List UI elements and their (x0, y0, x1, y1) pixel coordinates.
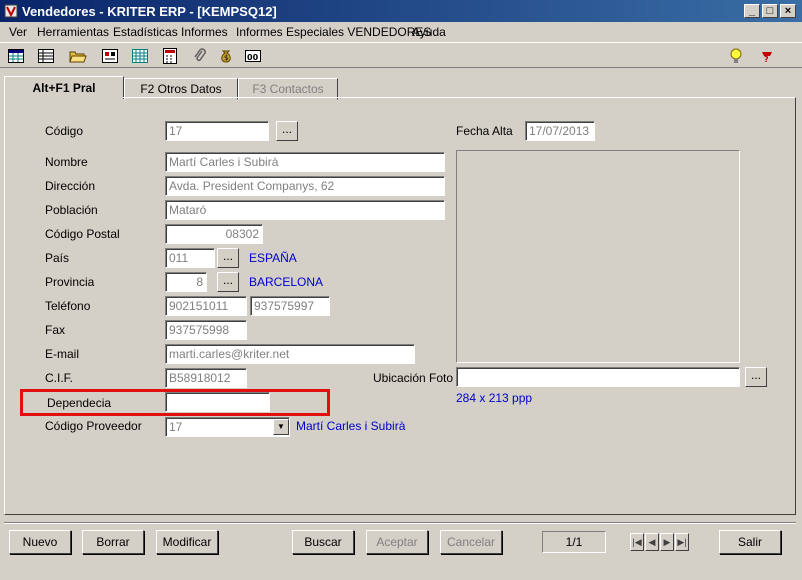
cancelar-button[interactable]: Cancelar (440, 530, 502, 554)
codigo-proveedor-value: 17 (169, 420, 183, 434)
buscar-button[interactable]: Buscar (292, 530, 354, 554)
report-icon[interactable] (100, 46, 120, 66)
codigo-postal-label: Código Postal (45, 227, 120, 241)
bottom-divider (4, 522, 796, 524)
ubicacion-foto-label: Ubicación Foto (373, 371, 454, 385)
help-icon[interactable]: ? (757, 46, 777, 66)
codigo-proveedor-label: Código Proveedor (45, 419, 142, 433)
window-title: Vendedores - KRITER ERP - [KEMPSQ12] (22, 4, 277, 19)
photo-area (456, 150, 740, 363)
provincia-name: BARCELONA (249, 275, 324, 289)
svg-text:?: ? (764, 55, 769, 63)
toolbar: $ 00 ? (0, 42, 802, 68)
provincia-label: Provincia (45, 275, 95, 289)
nombre-field[interactable]: Martí Carles i Subirà (165, 152, 445, 172)
title-bar: Vendedores - KRITER ERP - [KEMPSQ12] _ □… (0, 0, 802, 22)
table-icon[interactable] (36, 46, 56, 66)
pais-label: País (45, 251, 70, 265)
record-counter: 1/1 (542, 531, 606, 553)
telefono-field-2[interactable]: 937575997 (250, 296, 330, 316)
last-record-icon[interactable]: ▶| (675, 533, 689, 551)
pais-code-field[interactable]: 011 (165, 248, 215, 268)
counter-icon[interactable]: 00 (243, 46, 263, 66)
codigo-label: Código (45, 124, 84, 138)
ubicacion-foto-browse-button[interactable]: ... (745, 367, 767, 387)
maximize-button[interactable]: □ (762, 4, 778, 18)
codigo-proveedor-combo[interactable]: 17 (165, 417, 290, 437)
ubicacion-foto-field[interactable] (456, 367, 740, 387)
cif-label: C.I.F. (45, 371, 74, 385)
money-bag-icon[interactable]: $ (216, 46, 236, 66)
fax-field[interactable]: 937575998 (165, 320, 247, 340)
provincia-lookup-button[interactable]: ... (217, 272, 239, 292)
poblacion-field[interactable]: Mataró (165, 200, 445, 220)
fax-label: Fax (45, 323, 66, 337)
email-label: E-mail (45, 347, 80, 361)
codigo-postal-field[interactable]: 08302 (165, 224, 263, 244)
poblacion-label: Población (45, 203, 98, 217)
dependecia-field[interactable] (165, 392, 270, 412)
paperclip-icon[interactable] (190, 46, 210, 66)
fecha-alta-field[interactable]: 17/07/2013 (525, 121, 595, 141)
svg-text:$: $ (224, 54, 228, 62)
pais-name: ESPAÑA (249, 251, 297, 265)
photo-size-text: 284 x 213 ppp (456, 391, 533, 405)
direccion-field[interactable]: Avda. President Companys, 62 (165, 176, 445, 196)
open-folder-icon[interactable] (68, 46, 88, 66)
telefono-label: Teléfono (45, 299, 91, 313)
first-record-icon[interactable]: |◀ (630, 533, 644, 551)
menu-herramientas[interactable]: Herramientas (37, 25, 109, 39)
direccion-label: Dirección (45, 179, 96, 193)
pais-lookup-button[interactable]: ... (217, 248, 239, 268)
spreadsheet-icon[interactable] (130, 46, 150, 66)
previous-record-icon[interactable]: ◀ (645, 533, 659, 551)
cif-field[interactable]: B58918012 (165, 368, 247, 388)
nombre-label: Nombre (45, 155, 88, 169)
app-icon (4, 4, 18, 18)
codigo-lookup-button[interactable]: ... (276, 121, 298, 141)
active-tab-joiner (5, 97, 123, 99)
nuevo-button[interactable]: Nuevo (9, 530, 71, 554)
provincia-code-field[interactable]: 8 (165, 272, 207, 292)
close-button[interactable]: × (780, 4, 796, 18)
modificar-button[interactable]: Modificar (156, 530, 218, 554)
codigo-proveedor-name: Martí Carles i Subirà (296, 419, 406, 433)
menu-estadisticas[interactable]: Estadísticas (113, 25, 178, 39)
calculator-icon[interactable] (160, 46, 180, 66)
menu-ayuda[interactable]: Ayuda (412, 25, 446, 39)
aceptar-button[interactable]: Aceptar (366, 530, 428, 554)
salir-button[interactable]: Salir (719, 530, 781, 554)
chevron-down-icon[interactable]: ▼ (273, 419, 289, 435)
menu-informes[interactable]: Informes (181, 25, 228, 39)
menu-informes-especiales[interactable]: Informes Especiales VENDEDORES (236, 25, 431, 39)
codigo-field[interactable]: 17 (165, 121, 269, 141)
email-field[interactable]: marti.carles@kriter.net (165, 344, 415, 364)
borrar-button[interactable]: Borrar (82, 530, 144, 554)
grid-view-icon[interactable] (6, 46, 26, 66)
minimize-button[interactable]: _ (744, 4, 760, 18)
dependecia-label: Dependecia (47, 396, 112, 410)
menu-ver[interactable]: Ver (9, 25, 27, 39)
menu-bar: Ver Herramientas Estadísticas Informes I… (0, 22, 802, 42)
lightbulb-icon[interactable] (726, 46, 746, 66)
next-record-icon[interactable]: ▶ (660, 533, 674, 551)
fecha-alta-label: Fecha Alta (456, 124, 513, 138)
svg-text:00: 00 (247, 53, 259, 62)
telefono-field-1[interactable]: 902151011 (165, 296, 247, 316)
tab-pral[interactable]: Alt+F1 Pral (4, 76, 124, 99)
